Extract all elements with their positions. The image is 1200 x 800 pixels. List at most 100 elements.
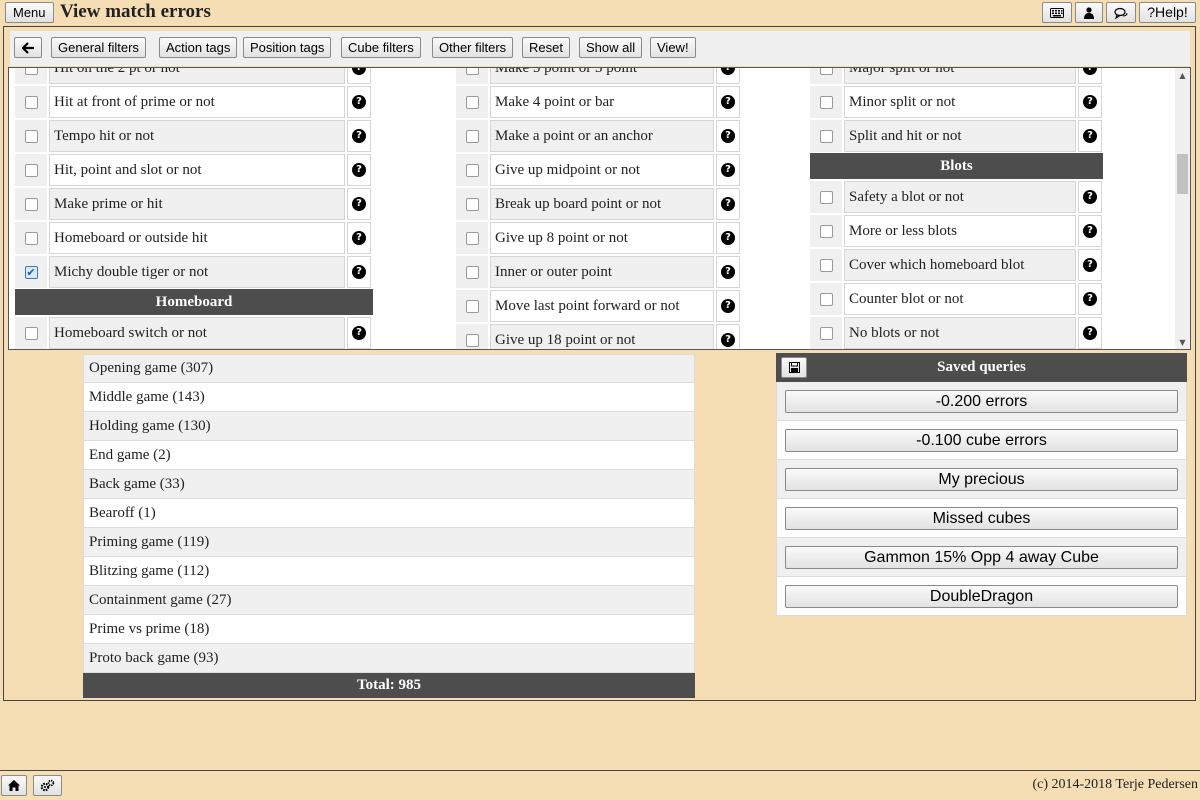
game-type-row[interactable]: Proto back game (93) [83,644,695,673]
question-circle-icon[interactable]: ? [352,129,366,143]
filter-checkbox[interactable] [24,163,38,177]
game-type-row[interactable]: End game (2) [83,441,695,470]
help-cell[interactable]: ? [347,317,371,349]
game-type-row[interactable]: Middle game (143) [83,383,695,412]
filter-checkbox[interactable] [465,163,479,177]
reset-button[interactable]: Reset [522,37,570,58]
question-circle-icon[interactable]: ? [1083,224,1097,238]
filter-checkbox[interactable] [819,190,833,204]
filter-checkbox[interactable] [24,95,38,109]
help-cell[interactable]: ? [1078,86,1102,118]
question-circle-icon[interactable]: ? [352,265,366,279]
question-circle-icon[interactable]: ? [352,68,366,75]
question-circle-icon[interactable]: ? [352,95,366,109]
filter-area[interactable]: Hit on the 2 pt or not? Hit at front of p… [8,67,1191,350]
question-circle-icon[interactable]: ? [1083,326,1097,340]
help-cell[interactable]: ? [1078,68,1102,84]
general-filters-button[interactable]: General filters [51,37,146,58]
help-cell[interactable]: ? [1078,317,1102,349]
game-type-row[interactable]: Bearoff (1) [83,499,695,528]
question-circle-icon[interactable]: ? [721,299,735,313]
game-type-row[interactable]: Blitzing game (112) [83,557,695,586]
filter-checkbox[interactable] [819,129,833,143]
question-circle-icon[interactable]: ? [721,68,735,75]
filter-checkbox[interactable] [465,299,479,313]
game-type-row[interactable]: Back game (33) [83,470,695,499]
help-cell[interactable]: ? [347,68,371,84]
back-button[interactable] [14,37,42,58]
game-type-row[interactable]: Containment game (27) [83,586,695,615]
filter-scrollbar[interactable]: ▲ ▼ [1175,68,1190,349]
filter-checkbox[interactable]: ✔ [24,265,38,279]
question-circle-icon[interactable]: ? [352,326,366,340]
game-type-row[interactable]: Holding game (130) [83,412,695,441]
help-cell[interactable]: ? [716,68,740,84]
question-circle-icon[interactable]: ? [721,197,735,211]
help-cell[interactable]: ? [1078,249,1102,281]
question-circle-icon[interactable]: ? [721,265,735,279]
filter-checkbox[interactable] [24,231,38,245]
help-cell[interactable]: ? [716,86,740,118]
help-cell[interactable]: ? [716,222,740,254]
filter-checkbox[interactable] [465,129,479,143]
help-cell[interactable]: ? [347,188,371,220]
saved-query-button[interactable]: -0.100 cube errors [785,428,1178,452]
scroll-thumb[interactable] [1177,154,1188,194]
game-type-row[interactable]: Opening game (307) [83,354,695,383]
filter-checkbox[interactable] [465,231,479,245]
keyboard-button[interactable] [1042,2,1072,23]
menu-button[interactable]: Menu [5,2,54,23]
question-circle-icon[interactable]: ? [352,197,366,211]
help-cell[interactable]: ? [716,154,740,186]
game-type-row[interactable]: Priming game (119) [83,528,695,557]
question-circle-icon[interactable]: ? [721,95,735,109]
chat-button[interactable] [1106,2,1136,23]
question-circle-icon[interactable]: ? [1083,95,1097,109]
help-cell[interactable]: ? [347,86,371,118]
question-circle-icon[interactable]: ? [352,163,366,177]
scroll-down-arrow-icon[interactable]: ▼ [1175,335,1190,349]
filter-checkbox[interactable] [24,68,38,75]
show-all-button[interactable]: Show all [579,37,643,58]
position-tags-button[interactable]: Position tags [243,37,332,58]
question-circle-icon[interactable]: ? [721,163,735,177]
question-circle-icon[interactable]: ? [721,333,735,347]
save-query-button[interactable] [781,357,807,378]
question-circle-icon[interactable]: ? [352,231,366,245]
question-circle-icon[interactable]: ? [1083,258,1097,272]
action-tags-button[interactable]: Action tags [159,37,238,58]
filter-checkbox[interactable] [819,258,833,272]
question-circle-icon[interactable]: ? [721,231,735,245]
filter-checkbox[interactable] [465,95,479,109]
question-circle-icon[interactable]: ? [1083,292,1097,306]
help-button[interactable]: ?Help! [1139,2,1196,23]
other-filters-button[interactable]: Other filters [432,37,514,58]
filter-checkbox[interactable] [24,326,38,340]
home-button[interactable] [1,775,27,796]
help-cell[interactable]: ? [347,120,371,152]
filter-checkbox[interactable] [819,95,833,109]
filter-checkbox[interactable] [465,333,479,347]
question-circle-icon[interactable]: ? [1083,190,1097,204]
saved-query-button[interactable]: My precious [785,467,1178,491]
question-circle-icon[interactable]: ? [721,129,735,143]
filter-checkbox[interactable] [24,129,38,143]
help-cell[interactable]: ? [716,256,740,288]
game-type-row[interactable]: Prime vs prime (18) [83,615,695,644]
help-cell[interactable]: ? [716,290,740,322]
cube-filters-button[interactable]: Cube filters [341,37,421,58]
help-cell[interactable]: ? [1078,215,1102,247]
help-cell[interactable]: ? [347,222,371,254]
scroll-up-arrow-icon[interactable]: ▲ [1175,68,1190,82]
saved-query-button[interactable]: -0.200 errors [785,389,1178,413]
help-cell[interactable]: ? [1078,181,1102,213]
filter-checkbox[interactable] [465,265,479,279]
help-cell[interactable]: ? [1078,120,1102,152]
help-cell[interactable]: ? [716,120,740,152]
help-cell[interactable]: ? [716,188,740,220]
filter-checkbox[interactable] [24,197,38,211]
help-cell[interactable]: ? [716,324,740,349]
saved-query-button[interactable]: DoubleDragon [785,584,1178,608]
filter-checkbox[interactable] [819,68,833,75]
help-cell[interactable]: ? [347,256,371,288]
